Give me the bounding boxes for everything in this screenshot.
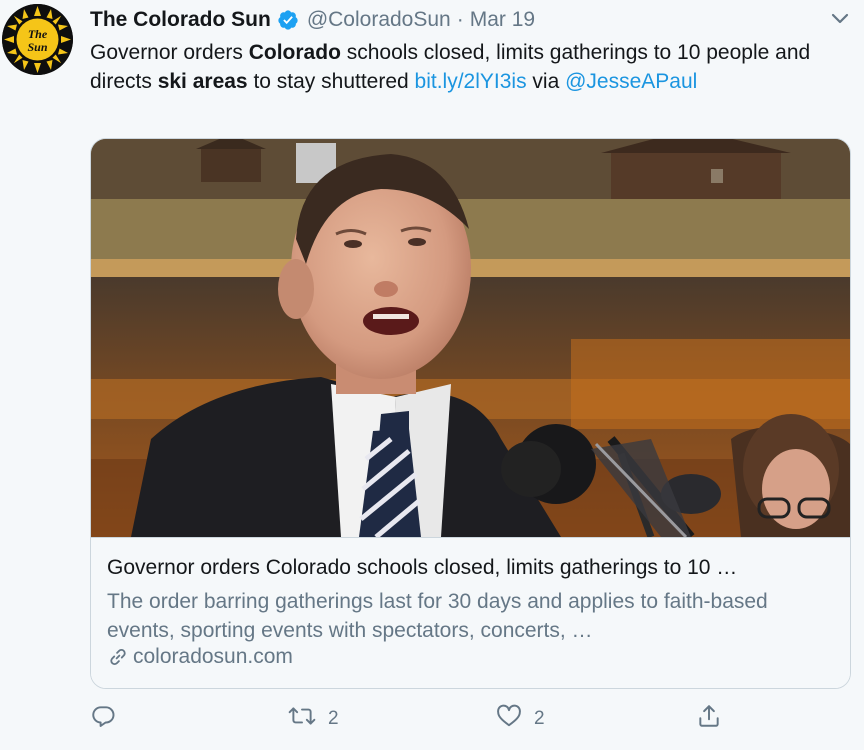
avatar[interactable]: The Sun <box>2 4 73 75</box>
reply-icon <box>90 703 116 735</box>
link-icon <box>107 646 129 668</box>
short-link[interactable]: bit.ly/2lYI3is <box>415 70 527 93</box>
display-name[interactable]: The Colorado Sun <box>90 8 271 32</box>
tweet[interactable]: The Sun The Colorado Sun @ColoradoSun · … <box>0 0 864 750</box>
retweet-button[interactable]: 2 <box>288 704 339 734</box>
tweet-date[interactable]: Mar 19 <box>470 8 535 32</box>
tweet-actions: 2 2 <box>90 700 830 736</box>
separator-dot: · <box>456 8 464 31</box>
svg-text:The: The <box>28 27 48 41</box>
retweet-count: 2 <box>328 708 339 729</box>
card-description: The order barring gatherings last for 30… <box>107 590 768 642</box>
tweet-text-segment: Governor orders <box>90 41 249 64</box>
mention-link[interactable]: @JesseAPaul <box>565 70 697 93</box>
tweet-text-bold: ski areas <box>157 70 248 93</box>
verified-badge-icon <box>277 9 299 31</box>
card-body[interactable]: Governor orders Colorado schools closed,… <box>91 537 850 688</box>
tweet-text-segment: via <box>526 70 566 93</box>
reply-button[interactable] <box>90 704 128 734</box>
link-card[interactable]: Governor orders Colorado schools closed,… <box>90 138 851 689</box>
handle[interactable]: @ColoradoSun <box>307 8 451 32</box>
share-button[interactable] <box>696 704 722 734</box>
like-button[interactable]: 2 <box>496 704 545 734</box>
tweet-header: The Colorado Sun @ColoradoSun · Mar 19 <box>90 5 535 35</box>
like-icon <box>496 703 522 735</box>
card-domain-text: coloradosun.com <box>133 645 293 668</box>
card-domain[interactable]: coloradosun.com <box>107 643 293 671</box>
retweet-icon <box>288 703 316 735</box>
like-count: 2 <box>534 708 545 729</box>
tweet-text-segment: to stay shuttered <box>247 70 415 93</box>
card-image[interactable] <box>91 139 850 537</box>
share-icon <box>696 703 722 735</box>
chevron-down-icon[interactable] <box>830 9 850 29</box>
tweet-text: Governor orders Colorado schools closed,… <box>90 38 830 96</box>
svg-text:Sun: Sun <box>27 40 47 54</box>
tweet-text-bold: Colorado <box>248 41 341 64</box>
colorado-sun-logo: The Sun <box>2 4 73 75</box>
card-title[interactable]: Governor orders Colorado schools closed,… <box>107 556 831 580</box>
